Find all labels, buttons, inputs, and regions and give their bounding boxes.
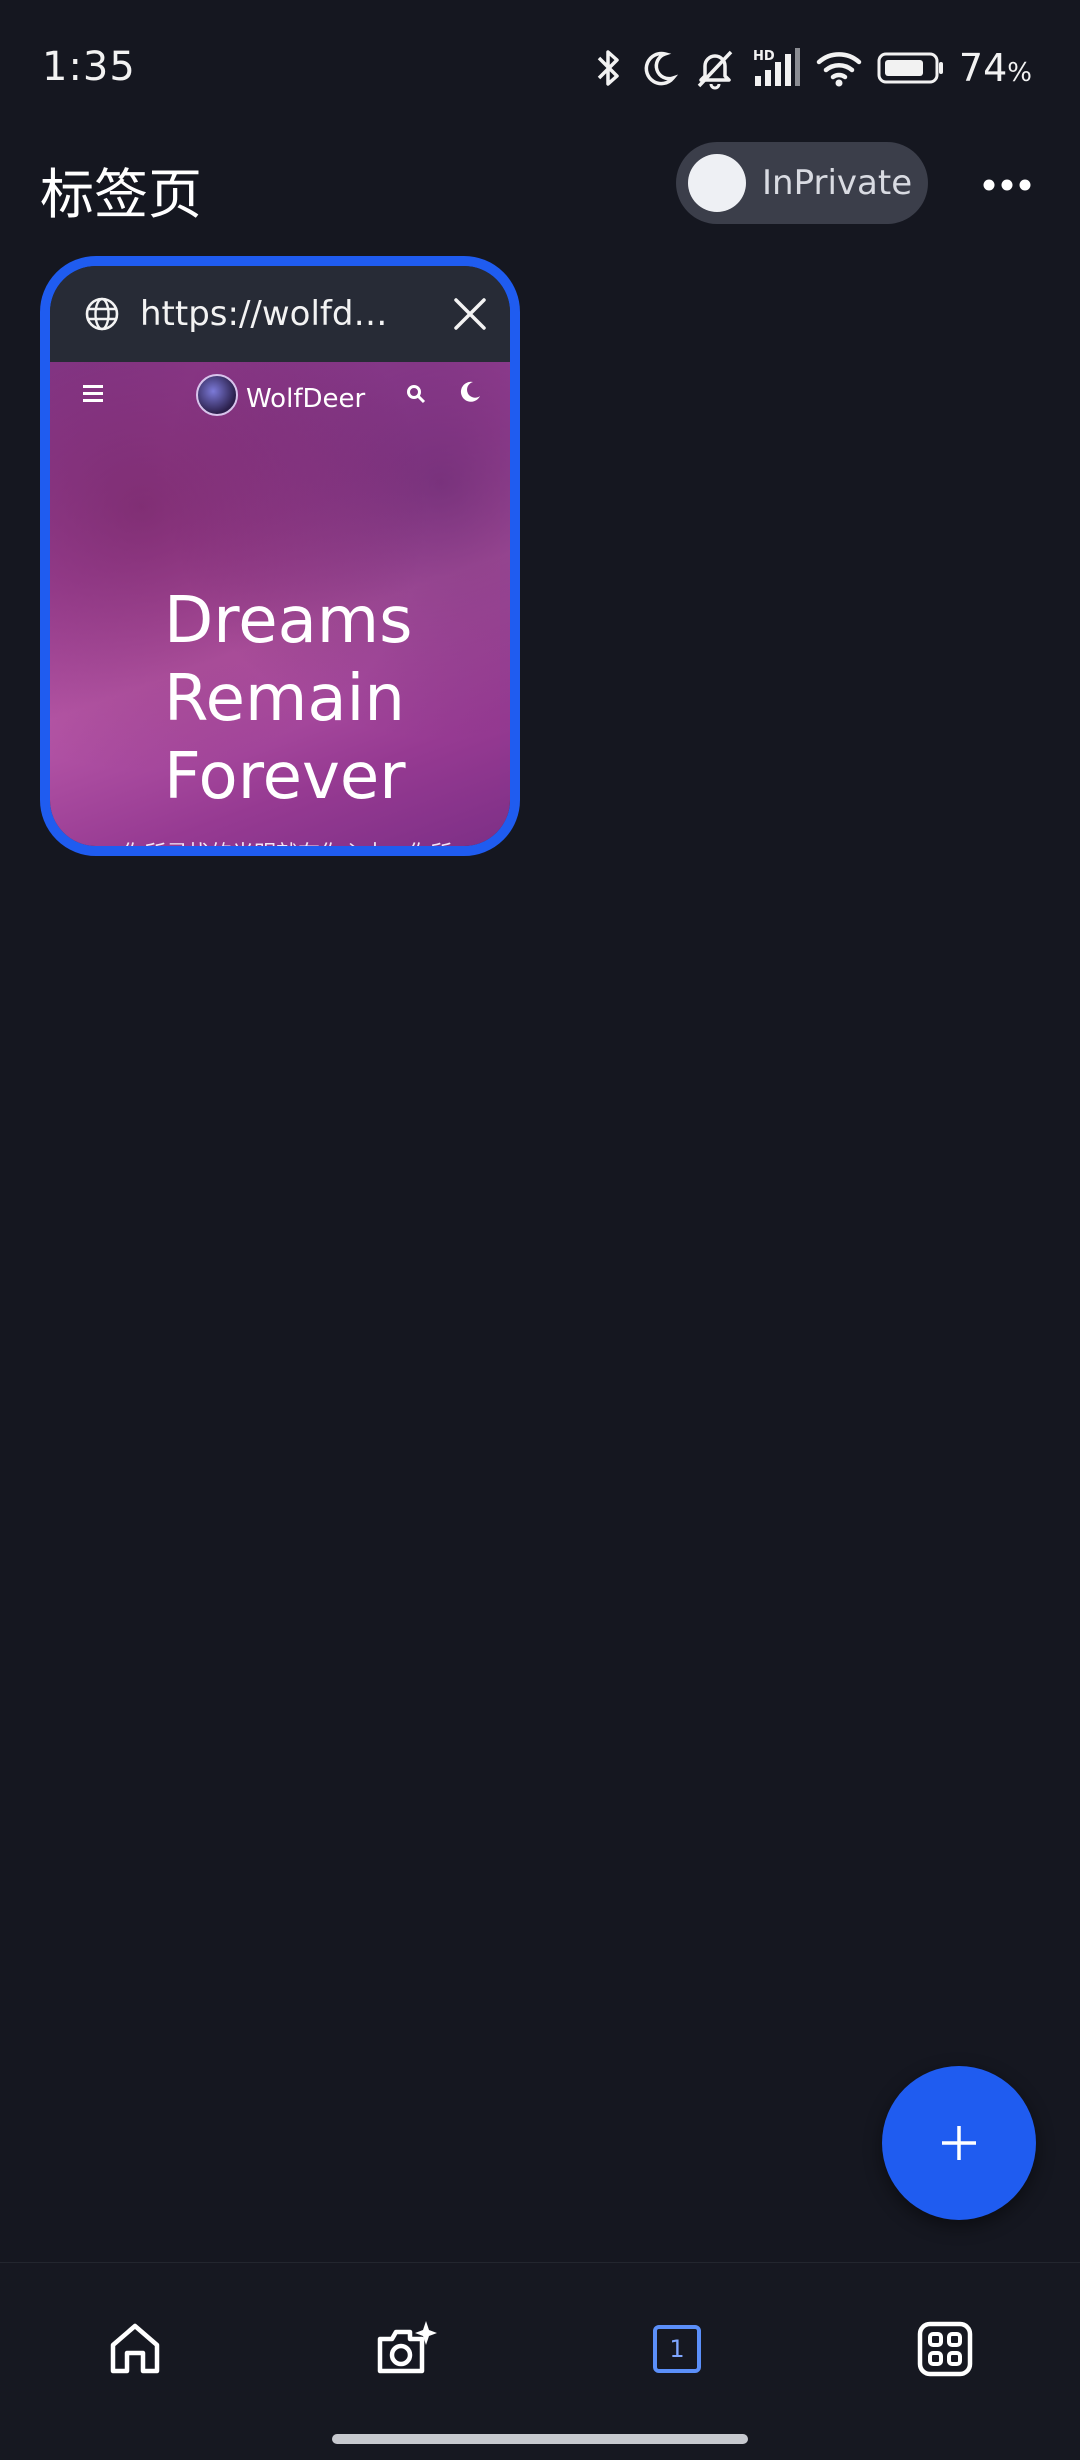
hamburger-menu-icon <box>83 385 103 402</box>
battery-icon <box>877 50 945 86</box>
apps-button[interactable] <box>903 2307 987 2391</box>
new-tab-button[interactable] <box>882 2066 1036 2220</box>
moon-icon <box>641 48 679 88</box>
visual-search-button[interactable] <box>364 2307 448 2391</box>
home-button[interactable] <box>93 2307 177 2391</box>
tab-card[interactable]: https://wolfde... WolfDeer Dreams Remain… <box>40 256 520 856</box>
tab-url: https://wolfde... <box>140 294 390 334</box>
tab-preview: WolfDeer Dreams Remain Forever 你所寻找的光明就在… <box>50 362 510 846</box>
more-options-button[interactable] <box>970 148 1044 222</box>
mute-icon <box>693 46 737 90</box>
status-bar: 1:35 HD 74% <box>0 0 1080 130</box>
more-dots-icon <box>983 179 1031 191</box>
inprivate-toggle[interactable]: InPrivate <box>676 142 928 224</box>
status-time: 1:35 <box>42 44 136 90</box>
dark-mode-icon <box>460 381 480 402</box>
close-tab-icon[interactable] <box>450 294 490 334</box>
svg-text:HD: HD <box>753 49 775 64</box>
tabs-button[interactable]: 1 <box>635 2307 719 2391</box>
tab-switcher-screen: 1:35 HD 74% 标签页 InPrivate https://wolfde… <box>0 0 1080 2460</box>
site-avatar <box>196 374 238 416</box>
home-icon <box>110 2323 160 2374</box>
globe-icon <box>85 297 119 331</box>
toggle-knob <box>688 154 746 212</box>
camera-sparkle-icon <box>377 2321 437 2374</box>
page-title: 标签页 <box>40 163 202 226</box>
wifi-icon <box>815 48 863 88</box>
tabs-icon: 1 <box>653 2325 701 2373</box>
status-icons: HD 74% <box>591 40 1032 96</box>
bluetooth-icon <box>591 46 627 90</box>
tabs-header: 标签页 InPrivate <box>0 130 1080 240</box>
plus-icon <box>942 2126 976 2160</box>
preview-headline: Dreams Remain Forever <box>164 584 413 814</box>
preview-site-name: WolfDeer <box>246 384 366 414</box>
preview-site-nav: WolfDeer <box>50 362 510 432</box>
home-indicator[interactable] <box>332 2434 748 2444</box>
inprivate-label: InPrivate <box>762 163 913 203</box>
search-icon <box>407 385 426 404</box>
bottom-nav: 1 <box>0 2262 1080 2460</box>
tab-card-header: https://wolfde... <box>50 266 510 362</box>
signal-hd-icon: HD <box>751 46 801 90</box>
tab-count: 1 <box>669 2335 685 2363</box>
apps-icon <box>917 2321 973 2377</box>
preview-tagline: 你所寻找的光明就在你心中，你所 <box>122 836 452 846</box>
battery-percent: 74% <box>958 46 1032 90</box>
